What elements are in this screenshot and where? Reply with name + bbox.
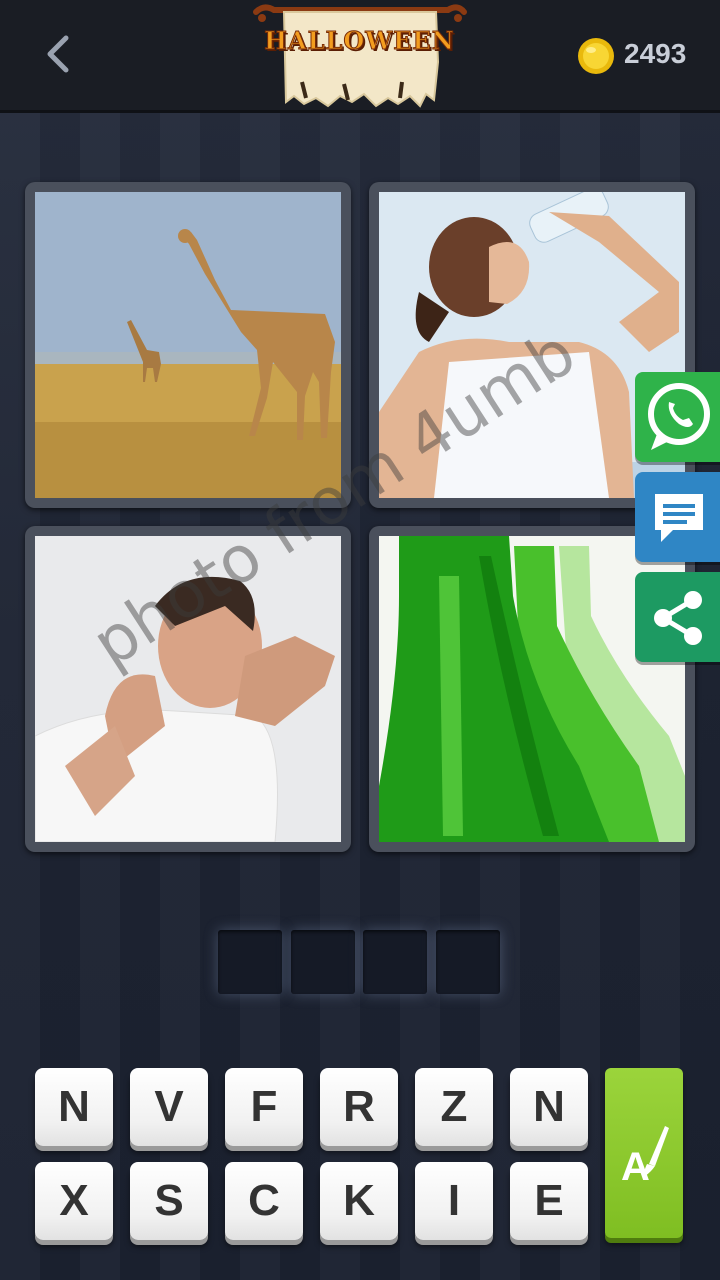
letter-key[interactable]: K: [320, 1162, 398, 1240]
letter-key[interactable]: I: [415, 1162, 493, 1240]
hint-button[interactable]: A: [605, 1068, 683, 1238]
letter-brush-icon: A: [621, 1126, 669, 1189]
letter-key[interactable]: S: [130, 1162, 208, 1240]
banner-scroll-icon: [253, 4, 467, 108]
letter-key[interactable]: R: [320, 1068, 398, 1146]
letter-key[interactable]: C: [225, 1162, 303, 1240]
letter-key[interactable]: N: [35, 1068, 113, 1146]
giraffe-image: [35, 192, 341, 498]
message-share-button[interactable]: [635, 472, 720, 562]
whatsapp-icon: [648, 383, 710, 450]
top-bar: HALLOWEEN 2493: [0, 0, 720, 113]
letter-key[interactable]: F: [225, 1068, 303, 1146]
picture-tile-3[interactable]: [25, 526, 351, 852]
answer-slot[interactable]: [363, 930, 427, 994]
picture-tile-1[interactable]: [25, 182, 351, 508]
chat-icon: [655, 494, 703, 542]
answer-slot[interactable]: [291, 930, 355, 994]
letter-key[interactable]: E: [510, 1162, 588, 1240]
man-neck-pain-image: [35, 536, 341, 842]
share-icon: [654, 591, 702, 645]
letter-key[interactable]: X: [35, 1162, 113, 1240]
banner-title: HALLOWEEN: [264, 26, 455, 56]
letter-key[interactable]: V: [130, 1068, 208, 1146]
answer-slot[interactable]: [436, 930, 500, 994]
halloween-banner: HALLOWEEN: [252, 2, 467, 110]
coin-icon: [578, 38, 614, 74]
letter-key[interactable]: Z: [415, 1068, 493, 1146]
answer-slot[interactable]: [218, 930, 282, 994]
share-button[interactable]: [635, 572, 720, 662]
chevron-left-icon: [47, 35, 69, 73]
back-button[interactable]: [40, 32, 80, 76]
coin-count: 2493: [624, 38, 687, 69]
whatsapp-share-button[interactable]: [635, 372, 720, 462]
svg-text:A: A: [621, 1145, 650, 1189]
letter-key[interactable]: N: [510, 1068, 588, 1146]
